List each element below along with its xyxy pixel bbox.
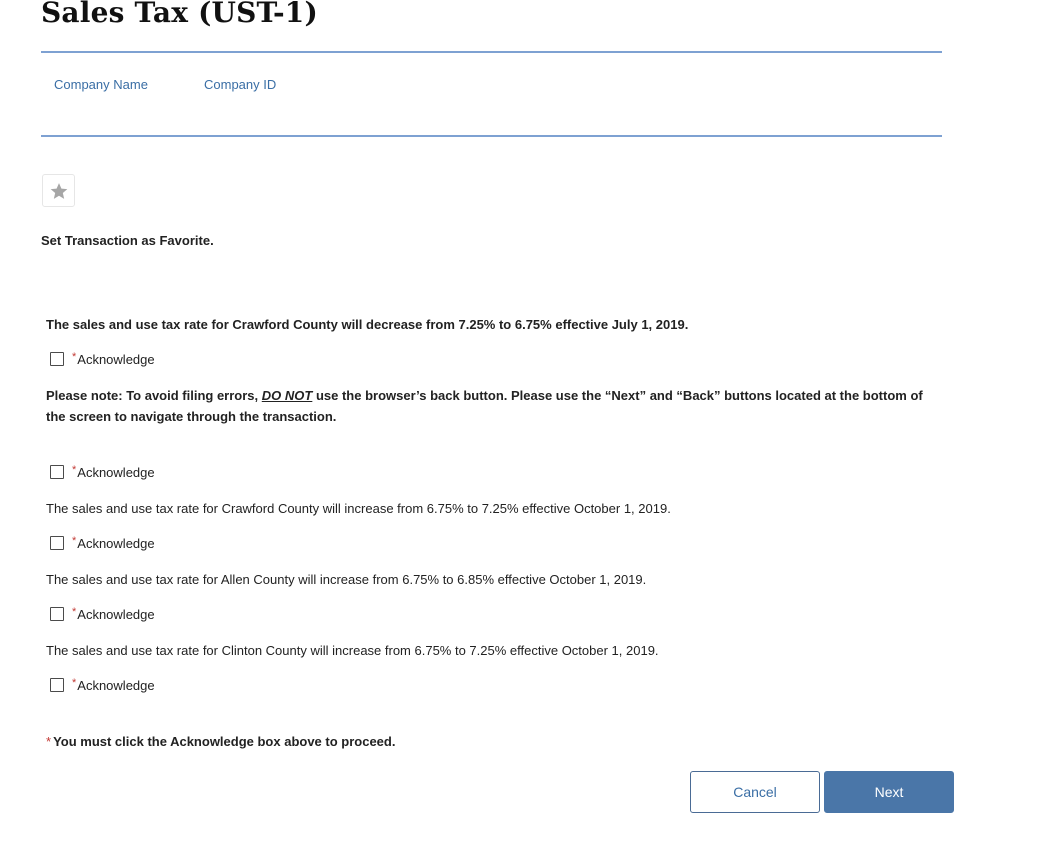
acknowledge-checkbox-3[interactable] (50, 536, 64, 550)
acknowledge-5[interactable]: * Acknowledge (50, 676, 155, 694)
acknowledge-label: Acknowledge (77, 351, 155, 367)
next-button[interactable]: Next (824, 771, 954, 813)
do-not-emphasis: DO NOT (261, 388, 313, 403)
acknowledge-checkbox-1[interactable] (50, 352, 64, 366)
header-divider-top (41, 51, 942, 53)
required-marker: * (46, 734, 52, 749)
acknowledge-checkbox-5[interactable] (50, 678, 64, 692)
company-name-label: Company Name (54, 77, 148, 92)
acknowledge-checkbox-2[interactable] (50, 465, 64, 479)
acknowledge-label: Acknowledge (77, 535, 155, 551)
header-divider-bottom (41, 135, 942, 137)
favorite-label: Set Transaction as Favorite. (41, 233, 214, 248)
page-title: Sales Tax (UST-1) (41, 0, 318, 29)
proceed-message-text: You must click the Acknowledge box above… (53, 734, 396, 749)
acknowledge-1[interactable]: * Acknowledge (50, 350, 155, 368)
company-id-label: Company ID (204, 77, 277, 92)
star-icon (50, 182, 67, 199)
acknowledge-3[interactable]: * Acknowledge (50, 534, 155, 552)
acknowledge-label: Acknowledge (77, 464, 155, 480)
proceed-message: * You must click the Acknowledge box abov… (46, 734, 395, 749)
crawford-increase-notice: The sales and use tax rate for Crawford … (46, 501, 671, 516)
favorite-button[interactable] (42, 174, 75, 207)
back-button-notice-prefix: Please note: To avoid filing errors, (46, 388, 262, 403)
required-marker: * (72, 535, 77, 547)
required-marker: * (72, 677, 77, 689)
cancel-button[interactable]: Cancel (690, 771, 820, 813)
acknowledge-4[interactable]: * Acknowledge (50, 605, 155, 623)
required-marker: * (72, 464, 77, 476)
crawford-decrease-notice: The sales and use tax rate for Crawford … (46, 317, 689, 332)
allen-increase-notice: The sales and use tax rate for Allen Cou… (46, 572, 647, 587)
required-marker: * (72, 351, 77, 363)
clinton-increase-notice: The sales and use tax rate for Clinton C… (46, 643, 659, 658)
acknowledge-2[interactable]: * Acknowledge (50, 463, 155, 481)
acknowledge-label: Acknowledge (77, 677, 155, 693)
acknowledge-label: Acknowledge (77, 606, 155, 622)
back-button-notice: Please note: To avoid filing errors, DO … (46, 385, 926, 427)
acknowledge-checkbox-4[interactable] (50, 607, 64, 621)
required-marker: * (72, 606, 77, 618)
